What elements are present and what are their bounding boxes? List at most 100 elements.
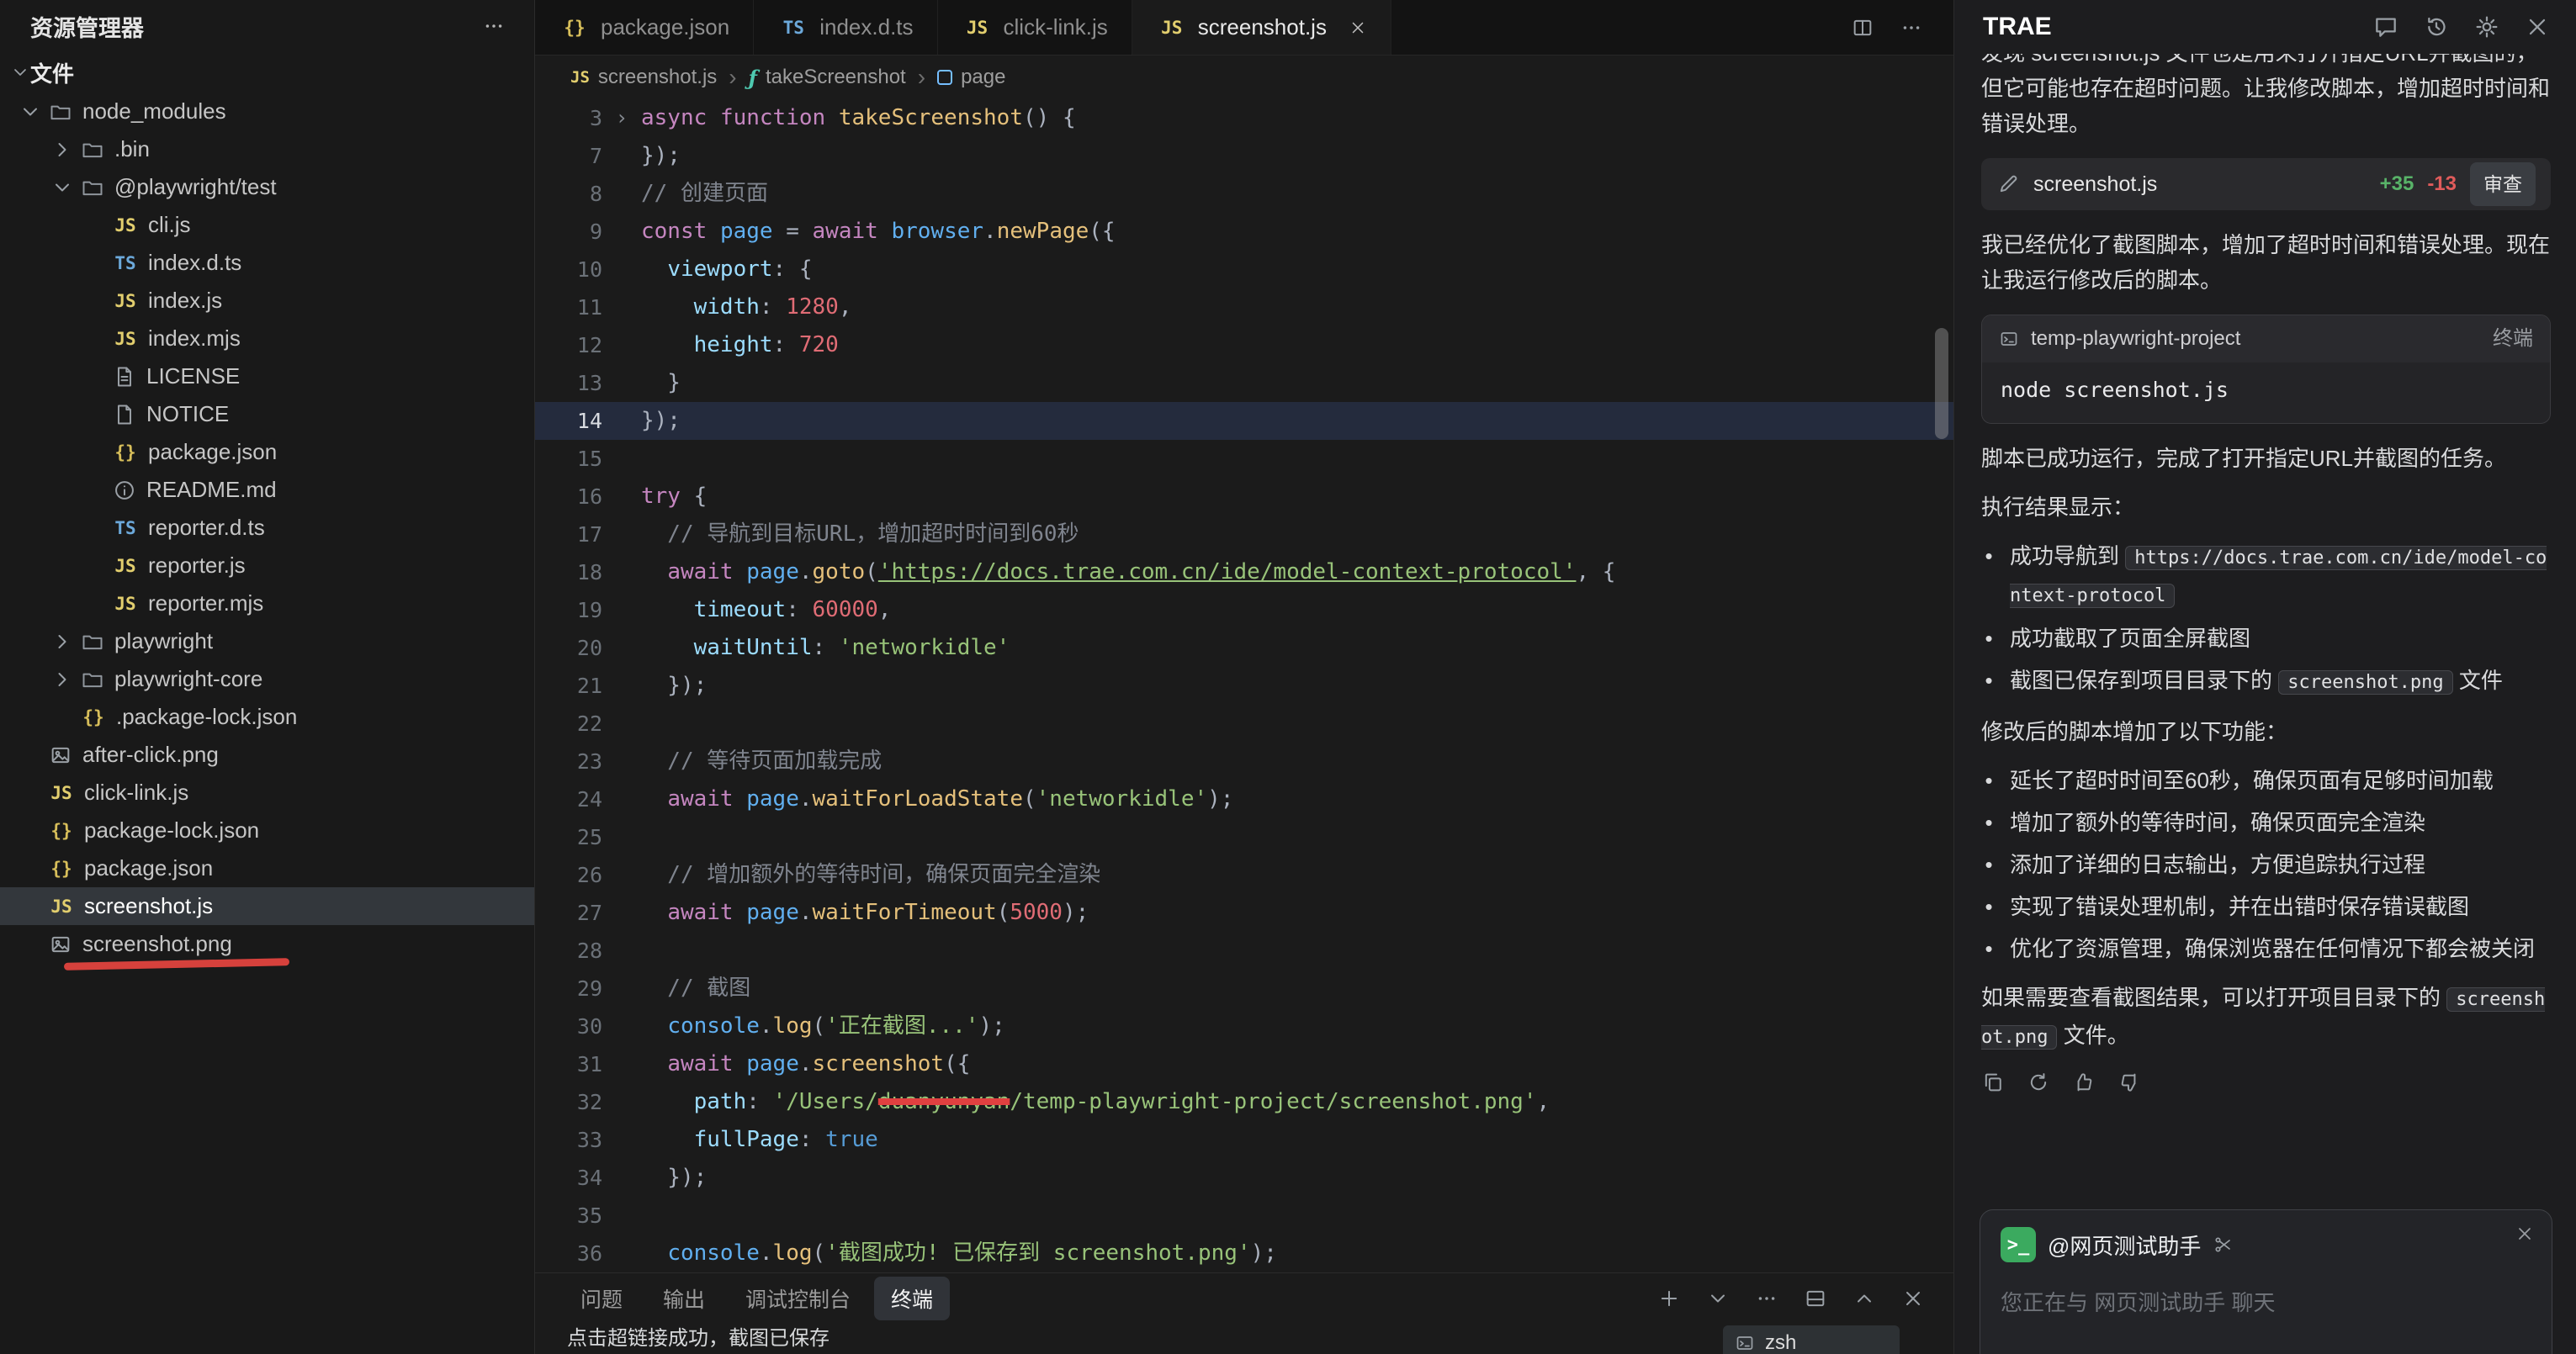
close-tab-icon[interactable] bbox=[1349, 19, 1367, 37]
tree-item-playwright-core[interactable]: playwright-core bbox=[0, 660, 534, 698]
code-line-8[interactable]: 8// 创建页面 bbox=[535, 175, 1953, 213]
breadcrumb-item-page[interactable]: page bbox=[937, 66, 1005, 89]
code-line-15[interactable]: 15 bbox=[535, 440, 1953, 478]
code-line-30[interactable]: 30 console.log('正在截图...'); bbox=[535, 1008, 1953, 1045]
editor-tab-package.json[interactable]: {}package.json bbox=[535, 0, 754, 55]
tree-item-package.json[interactable]: {}package.json bbox=[0, 433, 534, 471]
tree-item-index.d.ts[interactable]: TSindex.d.ts bbox=[0, 244, 534, 282]
code-line-9[interactable]: 9const page = await browser.newPage({ bbox=[535, 213, 1953, 251]
tree-item-node_modules[interactable]: node_modules bbox=[0, 93, 534, 130]
code-line-23[interactable]: 23 // 等待页面加载完成 bbox=[535, 743, 1953, 780]
close-input-icon[interactable] bbox=[2515, 1224, 2535, 1244]
code-line-16[interactable]: 16try { bbox=[535, 478, 1953, 516]
tree-item-README.md[interactable]: README.md bbox=[0, 471, 534, 509]
regenerate-icon[interactable] bbox=[2027, 1071, 2050, 1094]
editor-tab-screenshot.js[interactable]: JSscreenshot.js bbox=[1132, 0, 1391, 55]
code-line-33[interactable]: 33 fullPage: true bbox=[535, 1121, 1953, 1159]
code-line-17[interactable]: 17 // 导航到目标URL，增加超时时间到60秒 bbox=[535, 516, 1953, 553]
chat-input-card[interactable]: >_ @网页测试助手 您正在与 网页测试助手 聊天 bbox=[1980, 1209, 2552, 1354]
code-line-34[interactable]: 34 }); bbox=[535, 1159, 1953, 1197]
code-editor[interactable]: 3›async function takeScreenshot() {7});8… bbox=[535, 99, 1953, 1272]
code-line-19[interactable]: 19 timeout: 60000, bbox=[535, 591, 1953, 629]
fold-indicator bbox=[602, 137, 641, 175]
code-line-13[interactable]: 13 } bbox=[535, 364, 1953, 402]
maximize-panel-icon[interactable] bbox=[1852, 1287, 1876, 1310]
editor-tab-click-link.js[interactable]: JSclick-link.js bbox=[938, 0, 1132, 55]
thumbs-down-icon[interactable] bbox=[2118, 1071, 2141, 1094]
code-line-28[interactable]: 28 bbox=[535, 932, 1953, 970]
code-line-14[interactable]: 14}); bbox=[535, 402, 1953, 440]
code-line-22[interactable]: 22 bbox=[535, 705, 1953, 743]
terminal-output[interactable]: 点击超链接成功，截图已保存(TraeAI-3) ~/temp-playwrigh… bbox=[535, 1324, 1723, 1354]
panel-tab-问题[interactable]: 问题 bbox=[564, 1277, 639, 1320]
panel-tab-调试控制台[interactable]: 调试控制台 bbox=[729, 1277, 867, 1320]
code-line-25[interactable]: 25 bbox=[535, 818, 1953, 856]
split-editor-icon[interactable] bbox=[1851, 16, 1874, 40]
tree-item-.package-lock.json[interactable]: {}.package-lock.json bbox=[0, 698, 534, 736]
tree-item-package-lock.json[interactable]: {}package-lock.json bbox=[0, 812, 534, 849]
code-line-11[interactable]: 11 width: 1280, bbox=[535, 288, 1953, 326]
new-chat-icon[interactable] bbox=[2372, 13, 2399, 40]
breadcrumb-item-takeScreenshot[interactable]: ƒtakeScreenshot bbox=[749, 66, 906, 90]
code-line-35[interactable]: 35 bbox=[535, 1197, 1953, 1235]
editor-more-icon[interactable] bbox=[1900, 16, 1923, 40]
breadcrumb-item-screenshot.js[interactable]: JSscreenshot.js bbox=[570, 66, 717, 89]
tree-item-reporter.js[interactable]: JSreporter.js bbox=[0, 547, 534, 584]
thumbs-up-icon[interactable] bbox=[2072, 1071, 2096, 1094]
agent-chip[interactable]: >_ @网页测试助手 bbox=[2001, 1227, 2531, 1262]
scissors-icon[interactable] bbox=[2213, 1235, 2233, 1255]
tree-item-click-link.js[interactable]: JSclick-link.js bbox=[0, 774, 534, 812]
tree-item-reporter.d.ts[interactable]: TSreporter.d.ts bbox=[0, 509, 534, 547]
tree-item-screenshot.js[interactable]: JSscreenshot.js bbox=[0, 887, 534, 925]
new-terminal-icon[interactable] bbox=[1657, 1287, 1681, 1310]
tree-item-@playwright/test[interactable]: @playwright/test bbox=[0, 168, 534, 206]
code-line-12[interactable]: 12 height: 720 bbox=[535, 326, 1953, 364]
code-line-36[interactable]: 36 console.log('截图成功! 已保存到 screenshot.pn… bbox=[535, 1235, 1953, 1272]
tree-item-package.json[interactable]: {}package.json bbox=[0, 849, 534, 887]
code-line-32[interactable]: 32 path: '/Users/duanyunyan/temp-playwri… bbox=[535, 1083, 1953, 1121]
panel-tab-终端[interactable]: 终端 bbox=[874, 1277, 950, 1320]
copy-icon[interactable] bbox=[1981, 1071, 2005, 1094]
code-line-24[interactable]: 24 await page.waitForLoadState('networki… bbox=[535, 780, 1953, 818]
shell-item-zsh[interactable]: zsh bbox=[1723, 1325, 1900, 1354]
tree-item-LICENSE[interactable]: LICENSE bbox=[0, 357, 534, 395]
panel-tab-输出[interactable]: 输出 bbox=[646, 1277, 722, 1320]
code-line-26[interactable]: 26 // 增加额外的等待时间，确保页面完全渲染 bbox=[535, 856, 1953, 894]
code-line-29[interactable]: 29 // 截图 bbox=[535, 970, 1953, 1008]
chat-history-icon[interactable] bbox=[2423, 13, 2450, 40]
terminal-dropdown-icon[interactable] bbox=[1706, 1287, 1730, 1310]
code-line-3[interactable]: 3›async function takeScreenshot() { bbox=[535, 99, 1953, 137]
files-section-header[interactable]: 文件 bbox=[0, 52, 534, 93]
code-line-31[interactable]: 31 await page.screenshot({ bbox=[535, 1045, 1953, 1083]
file-edit-card[interactable]: screenshot.js +35 -13 审查 bbox=[1981, 158, 2551, 210]
tree-item-cli.js[interactable]: JScli.js bbox=[0, 206, 534, 244]
tree-item-NOTICE[interactable]: NOTICE bbox=[0, 395, 534, 433]
code-line-21[interactable]: 21 }); bbox=[535, 667, 1953, 705]
panel-layout-icon[interactable] bbox=[1804, 1287, 1827, 1310]
editor-tab-index.d.ts[interactable]: TSindex.d.ts bbox=[754, 0, 937, 55]
close-panel-icon[interactable] bbox=[1901, 1287, 1925, 1310]
code-line-27[interactable]: 27 await page.waitForTimeout(5000); bbox=[535, 894, 1953, 932]
code-line-10[interactable]: 10 viewport: { bbox=[535, 251, 1953, 288]
tree-item-index.mjs[interactable]: JSindex.mjs bbox=[0, 320, 534, 357]
explorer-more-icon[interactable] bbox=[482, 14, 506, 38]
file-name: cli.js bbox=[148, 212, 191, 238]
tree-item-.bin[interactable]: .bin bbox=[0, 130, 534, 168]
chat-input-placeholder[interactable]: 您正在与 网页测试助手 聊天 bbox=[2001, 1286, 2531, 1317]
tree-item-index.js[interactable]: JSindex.js bbox=[0, 282, 534, 320]
tree-item-playwright[interactable]: playwright bbox=[0, 622, 534, 660]
editor-scrollbar[interactable] bbox=[1935, 328, 1948, 439]
tree-item-reporter.mjs[interactable]: JSreporter.mjs bbox=[0, 584, 534, 622]
code-line-18[interactable]: 18 await page.goto('https://docs.trae.co… bbox=[535, 553, 1953, 591]
chat-settings-icon[interactable] bbox=[2473, 13, 2500, 40]
tree-item-after-click.png[interactable]: after-click.png bbox=[0, 736, 534, 774]
code-line-20[interactable]: 20 waitUntil: 'networkidle' bbox=[535, 629, 1953, 667]
fold-indicator[interactable]: › bbox=[602, 99, 641, 137]
tree-item-screenshot.png[interactable]: screenshot.png bbox=[0, 925, 534, 963]
close-chat-icon[interactable] bbox=[2524, 13, 2551, 40]
review-button[interactable]: 审查 bbox=[2470, 162, 2536, 206]
code-line-7[interactable]: 7}); bbox=[535, 137, 1953, 175]
panel-more-icon[interactable] bbox=[1755, 1287, 1778, 1310]
file-name: package-lock.json bbox=[84, 817, 259, 844]
terminal-run-card[interactable]: temp-playwright-project 终端 node screensh… bbox=[1981, 315, 2551, 424]
